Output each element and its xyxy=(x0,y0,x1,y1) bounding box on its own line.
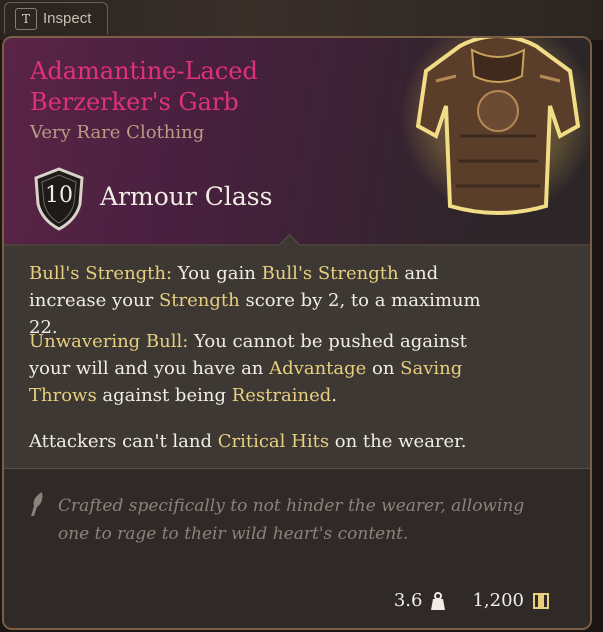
property-text: against being xyxy=(96,385,232,406)
weight-value: 3.6 xyxy=(393,590,423,611)
gold-coin-icon xyxy=(533,592,549,609)
item-rarity: Very Rare Clothing xyxy=(30,122,205,143)
property-name: Bull's Strength: xyxy=(29,263,173,284)
item-name-line2: Berzerker's Garb xyxy=(30,88,239,116)
inspect-tab[interactable]: T Inspect xyxy=(4,2,108,34)
keyword-link[interactable]: Critical Hits xyxy=(218,431,329,452)
property-text: . xyxy=(331,385,337,406)
item-footer: 3.6 1,200 xyxy=(394,590,550,611)
inspect-tab-label: Inspect xyxy=(43,10,92,27)
armour-class-value: 10 xyxy=(45,182,73,208)
property-unwavering-bull: Unwavering Bull: You cannot be pushed ag… xyxy=(29,328,499,409)
gold-value: 1,200 xyxy=(472,590,524,611)
property-text: on xyxy=(366,358,401,379)
armour-class-label: Armour Class xyxy=(100,182,273,211)
quill-icon xyxy=(31,492,43,516)
keyword-link[interactable]: Restrained xyxy=(232,385,332,406)
property-text: Attackers can't land xyxy=(29,431,218,452)
property-text: You gain xyxy=(172,263,262,284)
keyword-link[interactable]: Bull's Strength xyxy=(262,263,399,284)
inspect-key-hint: T xyxy=(15,7,37,30)
weight-icon xyxy=(431,591,446,610)
keyword-link[interactable]: Strength xyxy=(159,290,240,311)
property-name: Unwavering Bull: xyxy=(29,331,189,352)
property-text: on the wearer. xyxy=(329,431,467,452)
item-tooltip-panel: Adamantine-Laced Berzerker's Garb Very R… xyxy=(2,36,592,630)
property-critical-hits: Attackers can't land Critical Hits on th… xyxy=(29,428,499,455)
item-name-line1: Adamantine-Laced xyxy=(30,57,258,85)
item-name: Adamantine-Laced Berzerker's Garb xyxy=(30,56,330,118)
keyword-link[interactable]: Advantage xyxy=(269,358,366,379)
armour-item-image xyxy=(400,38,590,216)
lore-text: Crafted specifically to not hinder the w… xyxy=(58,496,525,544)
